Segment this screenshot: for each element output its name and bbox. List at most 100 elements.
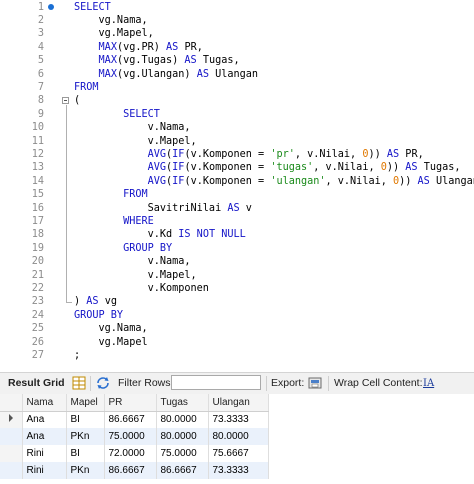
export-icon[interactable] bbox=[308, 376, 322, 390]
table-row[interactable]: Rini PKn 86.6667 86.6667 73.3333 bbox=[0, 462, 269, 479]
table-cell[interactable]: 72.0000 bbox=[104, 445, 157, 462]
table-cell[interactable]: PKn bbox=[66, 428, 105, 445]
row-header[interactable] bbox=[0, 411, 23, 428]
column-header-mapel[interactable]: Mapel bbox=[66, 394, 105, 412]
code-token: FROM bbox=[123, 189, 148, 201]
code-line[interactable]: 20 v.Nama, bbox=[0, 255, 474, 268]
code-line[interactable]: 18 v.Kd IS NOT NULL bbox=[0, 228, 474, 241]
code-token: (v.Komponen = bbox=[184, 148, 271, 160]
sql-editor[interactable]: 1 SELECT 2 vg.Nama, 3 vg.Mapel, 4 MAX(vg.PR)… bbox=[0, 0, 474, 368]
table-cell[interactable]: PKn bbox=[66, 462, 105, 479]
table-row[interactable]: Rini BI 72.0000 75.0000 75.6667 bbox=[0, 445, 269, 462]
wrap-text-icon[interactable]: IA bbox=[423, 377, 434, 390]
code-token: vg bbox=[98, 296, 117, 308]
code-line[interactable]: 7 FROM bbox=[0, 81, 474, 94]
table-cell[interactable]: BI bbox=[66, 445, 105, 462]
code-token: Ulangan bbox=[208, 68, 259, 80]
code-token: v.Mapel, bbox=[74, 269, 197, 281]
code-line[interactable]: 21 v.Mapel, bbox=[0, 269, 474, 282]
code-line[interactable]: 12 AVG(IF(v.Komponen = 'pr', v.Nilai, 0)… bbox=[0, 148, 474, 161]
row-header[interactable] bbox=[0, 445, 23, 462]
result-grid-tab[interactable]: Result Grid bbox=[8, 377, 65, 390]
table-cell[interactable]: 73.3333 bbox=[208, 462, 269, 479]
code-token: 'pr' bbox=[270, 148, 295, 160]
code-line[interactable]: 22 v.Komponen bbox=[0, 282, 474, 295]
code-line[interactable]: 2 vg.Nama, bbox=[0, 14, 474, 27]
code-line[interactable]: 17 WHERE bbox=[0, 215, 474, 228]
code-token: , v.Nilai, bbox=[294, 148, 363, 160]
table-cell[interactable]: Ana bbox=[22, 428, 67, 445]
column-header-ulangan[interactable]: Ulangan bbox=[208, 394, 269, 412]
code-line[interactable]: 10 v.Nama, bbox=[0, 121, 474, 134]
code-line[interactable]: 16 SavitriNilai AS v bbox=[0, 202, 474, 215]
column-header-pr[interactable]: PR bbox=[104, 394, 157, 412]
table-cell[interactable]: 86.6667 bbox=[104, 411, 157, 428]
table-cell[interactable]: Rini bbox=[22, 445, 67, 462]
line-number: 1 bbox=[37, 1, 44, 13]
table-cell[interactable]: 75.0000 bbox=[156, 445, 209, 462]
code-line[interactable]: 15 FROM bbox=[0, 188, 474, 201]
code-line[interactable]: 27; bbox=[0, 349, 474, 362]
table-cell[interactable]: Ana bbox=[22, 411, 67, 428]
table-row[interactable]: Ana BI 86.6667 80.0000 73.3333 bbox=[0, 411, 269, 428]
code-token: v.Komponen bbox=[74, 282, 209, 294]
breakpoint-marker-icon[interactable] bbox=[48, 3, 54, 10]
code-text: vg.Nama, bbox=[74, 322, 148, 335]
code-line[interactable]: 8( bbox=[0, 94, 474, 107]
code-token: IF bbox=[172, 175, 185, 187]
table-cell[interactable]: 75.0000 bbox=[104, 428, 157, 445]
table-cell[interactable]: 80.0000 bbox=[156, 411, 209, 428]
table-cell[interactable]: 80.0000 bbox=[208, 428, 269, 445]
line-number: 12 bbox=[31, 148, 44, 160]
table-cell[interactable]: BI bbox=[66, 411, 105, 428]
row-header[interactable] bbox=[0, 428, 23, 445]
code-token: AS bbox=[417, 175, 430, 187]
code-line[interactable]: 13 AVG(IF(v.Komponen = 'tugas', v.Nilai,… bbox=[0, 161, 474, 174]
table-cell[interactable]: 73.3333 bbox=[208, 411, 269, 428]
code-token: (vg.Ulangan) bbox=[116, 68, 197, 80]
filter-rows-label: Filter Rows: bbox=[118, 377, 174, 389]
line-number: 11 bbox=[31, 135, 44, 147]
code-token: Tugas, bbox=[417, 162, 461, 174]
grid-view-icon[interactable] bbox=[72, 376, 86, 390]
code-token: AVG bbox=[147, 148, 167, 160]
table-cell[interactable]: 75.6667 bbox=[208, 445, 269, 462]
code-line[interactable]: 11 v.Mapel, bbox=[0, 135, 474, 148]
code-line[interactable]: 3 vg.Mapel, bbox=[0, 27, 474, 40]
code-line[interactable]: 9 SELECT bbox=[0, 108, 474, 121]
code-line[interactable]: 26 vg.Mapel bbox=[0, 336, 474, 349]
column-header-tugas[interactable]: Tugas bbox=[156, 394, 209, 412]
code-text: v.Komponen bbox=[74, 282, 209, 295]
fold-toggle-icon[interactable] bbox=[62, 97, 69, 105]
column-header-nama[interactable]: Nama bbox=[22, 394, 67, 412]
line-number: 8 bbox=[37, 95, 44, 107]
table-cell[interactable]: 86.6667 bbox=[104, 462, 157, 479]
code-line[interactable]: 14 AVG(IF(v.Komponen = 'ulangan', v.Nila… bbox=[0, 175, 474, 188]
code-token: ( bbox=[74, 95, 81, 107]
table-cell[interactable]: 86.6667 bbox=[156, 462, 209, 479]
filter-rows-input[interactable] bbox=[171, 375, 261, 390]
refresh-icon[interactable] bbox=[96, 376, 110, 390]
code-line[interactable]: 1 SELECT bbox=[0, 1, 474, 14]
code-text: vg.Mapel bbox=[74, 336, 148, 349]
table-cell[interactable]: 80.0000 bbox=[156, 428, 209, 445]
code-token: IS NOT NULL bbox=[178, 229, 246, 241]
code-token: GROUP BY bbox=[123, 242, 173, 254]
code-line[interactable]: 4 MAX(vg.PR) AS PR, bbox=[0, 41, 474, 54]
code-line[interactable]: 25 vg.Nama, bbox=[0, 322, 474, 335]
code-text: AVG(IF(v.Komponen = 'tugas', v.Nilai, 0)… bbox=[74, 161, 461, 174]
line-number: 13 bbox=[31, 162, 44, 174]
code-line[interactable]: 24 GROUP BY bbox=[0, 309, 474, 322]
table-row[interactable]: Ana PKn 75.0000 80.0000 80.0000 bbox=[0, 428, 269, 445]
row-header[interactable] bbox=[0, 462, 23, 479]
code-line[interactable]: 5 MAX(vg.Tugas) AS Tugas, bbox=[0, 54, 474, 67]
table-cell[interactable]: Rini bbox=[22, 462, 67, 479]
line-number: 17 bbox=[31, 215, 44, 227]
code-line[interactable]: 6 MAX(vg.Ulangan) AS Ulangan bbox=[0, 68, 474, 81]
code-token: AS bbox=[386, 148, 400, 160]
code-line[interactable]: 19 GROUP BY bbox=[0, 242, 474, 255]
code-text: MAX(vg.Ulangan) AS Ulangan bbox=[74, 68, 259, 81]
code-token: vg.Mapel bbox=[74, 336, 148, 348]
